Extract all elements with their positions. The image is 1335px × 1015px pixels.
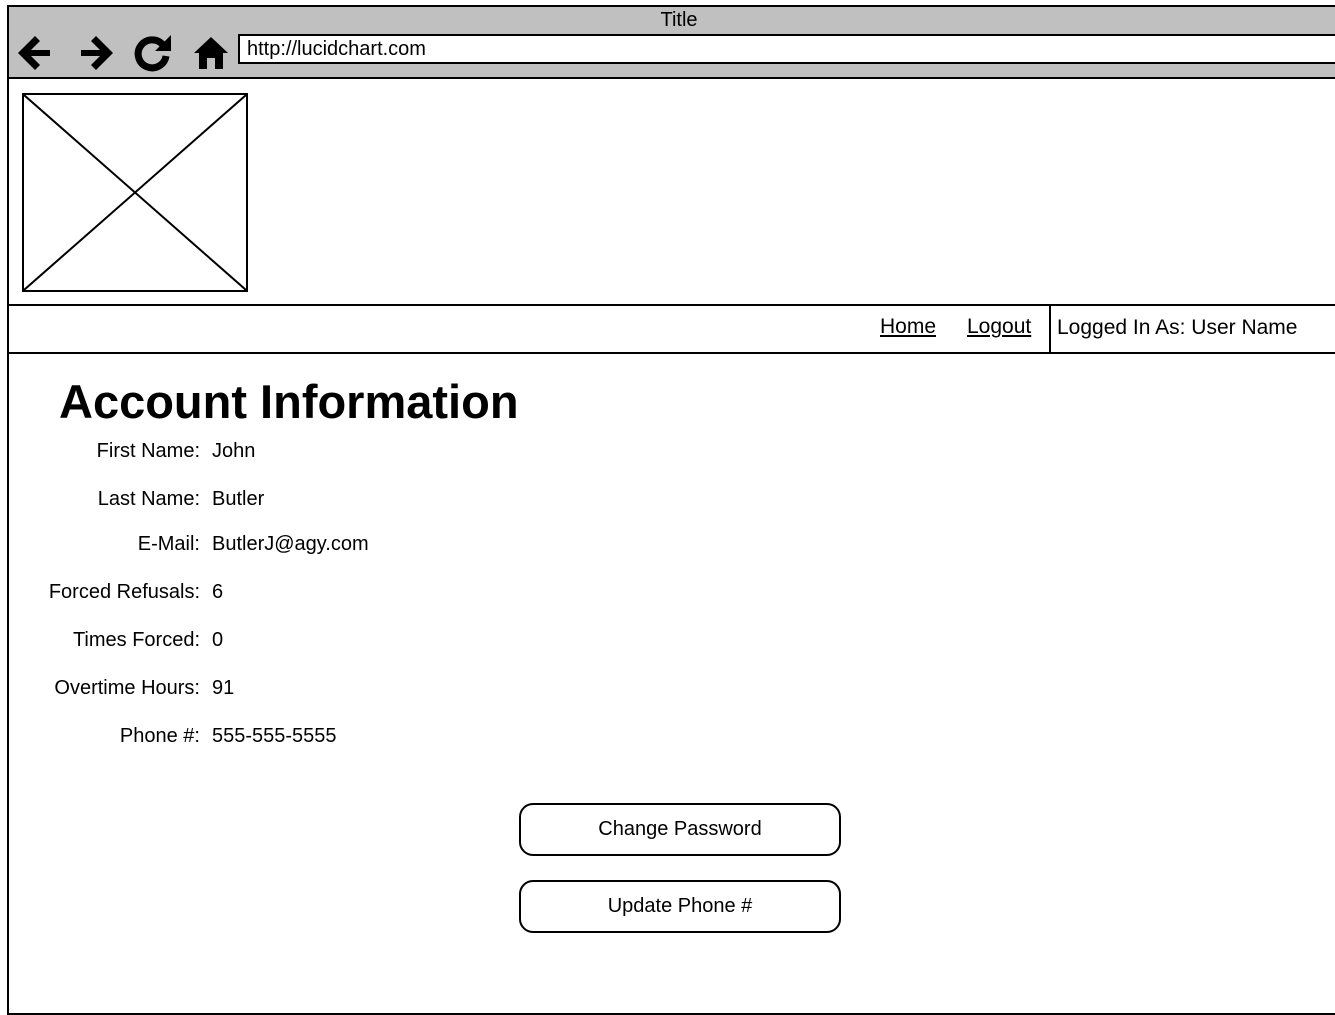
image-placeholder-icon [24,95,246,290]
phone-value: 555-555-5555 [212,725,337,747]
times-forced-value: 0 [212,629,224,651]
email-label: E-Mail: [137,533,200,555]
email-value: ButlerJ@agy.com [212,533,369,555]
logo-placeholder [22,93,248,292]
home-icon[interactable] [191,33,231,73]
forward-arrow-icon[interactable] [76,33,116,73]
update-phone-button[interactable]: Update Phone # [519,880,841,933]
first-name-label: First Name: [96,440,200,462]
url-bar[interactable]: http://lucidchart.com [238,34,1335,64]
refresh-icon[interactable] [133,33,173,73]
back-arrow-icon[interactable] [15,33,55,73]
last-name-label: Last Name: [97,488,200,510]
logged-in-status: Logged In As: User Name [1049,304,1335,354]
home-link[interactable]: Home [880,315,936,339]
page-title: Account Information [59,375,519,428]
overtime-hours-label: Overtime Hours: [54,677,200,699]
phone-label: Phone #: [119,725,200,747]
browser-toolbar: Title http://lucidchart.com [9,7,1335,79]
first-name-value: John [212,440,256,462]
change-password-button[interactable]: Change Password [519,803,841,856]
logout-link[interactable]: Logout [967,315,1031,339]
nav-bar: Home Logout Logged In As: User Name [9,304,1335,354]
times-forced-label: Times Forced: [72,629,200,651]
window-title: Title [660,9,698,31]
forced-refusals-label: Forced Refusals: [48,581,200,603]
forced-refusals-value: 6 [212,581,224,603]
last-name-value: Butler [212,488,265,510]
overtime-hours-value: 91 [212,677,235,699]
browser-window: Title http://lucidchart.com Home Logout … [7,5,1335,1015]
